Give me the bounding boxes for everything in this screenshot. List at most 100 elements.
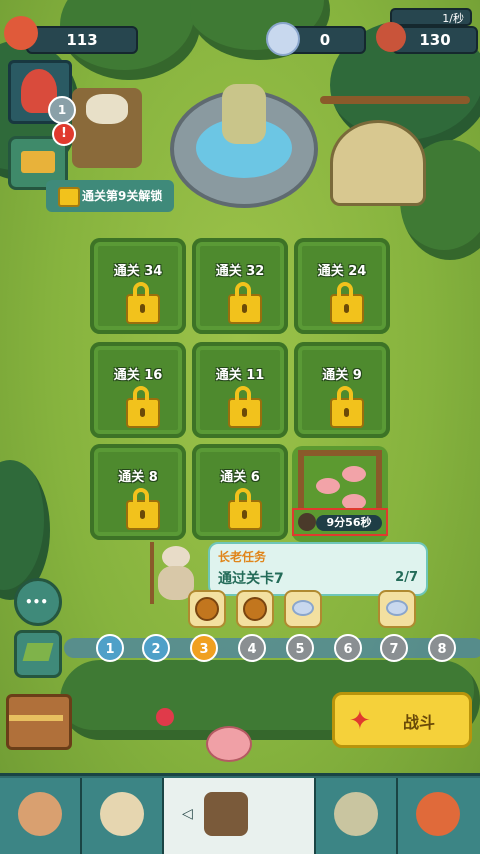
quest-panel[interactable]: 长老任务 通过关卡7 2/7 <box>208 542 428 596</box>
crystal-value: 0 <box>319 31 331 49</box>
coin-icon <box>195 597 219 621</box>
pen-timer: 9分56秒 <box>292 508 388 536</box>
stage-node-1[interactable]: 1 <box>96 634 124 662</box>
pen-post <box>376 450 382 510</box>
stage-reward[interactable] <box>378 590 416 628</box>
padlock-icon <box>228 488 262 530</box>
scroll-icon <box>334 792 378 836</box>
tribal-hut <box>330 120 426 206</box>
stage-node-7[interactable]: 7 <box>380 634 408 662</box>
elder-staff <box>150 542 154 604</box>
locked-plot[interactable]: 通关 32 <box>192 238 288 334</box>
plot-label: 通关 11 <box>215 368 265 383</box>
pig-character[interactable] <box>206 726 252 762</box>
skull <box>86 94 128 124</box>
chat-button[interactable]: ••• <box>14 578 62 626</box>
meat-rate: 1/秒 <box>390 8 472 26</box>
fist-icon <box>4 16 38 50</box>
stage-number: 5 <box>295 642 305 657</box>
padlock-icon <box>126 282 160 324</box>
quest-progress: 2/7 <box>395 570 418 585</box>
plot-label: 通关 9 <box>322 368 362 383</box>
stage-number: 8 <box>437 642 447 657</box>
fight-button[interactable]: ✦ 战斗 <box>332 692 472 748</box>
player-level-badge: 1 <box>48 96 76 124</box>
nav-tab-skills[interactable] <box>316 778 398 854</box>
tribe-tent-icon <box>204 792 248 836</box>
shop-icon <box>416 792 460 836</box>
chat-bubble-icon: ••• <box>25 595 49 609</box>
crystal-icon <box>266 22 300 56</box>
treasure-chest-button[interactable] <box>6 694 72 750</box>
stage-track <box>64 638 480 658</box>
envelope-icon <box>21 151 55 173</box>
locked-plot[interactable]: 通关 16 <box>90 342 186 438</box>
stage-node-2[interactable]: 2 <box>142 634 170 662</box>
padlock-icon <box>228 282 262 324</box>
elder-head <box>162 546 190 568</box>
fountain <box>170 84 318 208</box>
stage-node-8[interactable]: 8 <box>428 634 456 662</box>
padlock-icon <box>126 386 160 428</box>
red-flower <box>156 708 174 726</box>
map-button[interactable] <box>14 630 62 678</box>
alert-mark: ! <box>61 126 67 141</box>
plot-label: 通关 16 <box>113 368 163 383</box>
stage-reward[interactable] <box>188 590 226 628</box>
crystal-icon <box>292 600 314 616</box>
padlock-icon <box>330 282 364 324</box>
padlock-icon <box>228 386 262 428</box>
unlock-tip-text: 通关第9关解锁 <box>82 189 163 203</box>
stage-number: 4 <box>247 642 257 657</box>
locked-plot[interactable]: 通关 9 <box>294 342 390 438</box>
locked-plot[interactable]: 通关 8 <box>90 444 186 540</box>
egg-nest-icon <box>100 792 144 836</box>
lock-icon <box>58 187 80 207</box>
crystal-icon <box>386 600 408 616</box>
mail-alert-badge: ! <box>52 122 76 146</box>
stage-number: 3 <box>199 642 209 657</box>
locked-plot[interactable]: 通关 34 <box>90 238 186 334</box>
pot-icon <box>298 513 316 531</box>
nav-tab-bag[interactable] <box>0 778 82 854</box>
plot-label: 通关 24 <box>317 264 367 279</box>
fountain-statue <box>222 84 266 144</box>
locked-plot[interactable]: 通关 11 <box>192 342 288 438</box>
power-counter: 113 <box>26 26 138 54</box>
meat-value: 130 <box>419 31 451 49</box>
pen-post <box>298 450 304 510</box>
stage-node-6[interactable]: 6 <box>334 634 362 662</box>
stage-number: 2 <box>151 642 161 657</box>
pen-fence <box>298 450 382 456</box>
padlock-icon <box>126 488 160 530</box>
nav-tab-shop[interactable] <box>398 778 480 854</box>
stage-node-3[interactable]: 3 <box>190 634 218 662</box>
stage-reward[interactable] <box>236 590 274 628</box>
stage-node-5[interactable]: 5 <box>286 634 314 662</box>
quest-title: 长老任务 <box>218 550 267 564</box>
stage-number: 7 <box>389 642 399 657</box>
stage-reward[interactable] <box>284 590 322 628</box>
stage-number: 6 <box>343 642 353 657</box>
unlock-tip[interactable]: 通关第9关解锁 <box>46 180 174 212</box>
pig-icon <box>316 478 340 494</box>
locked-plot[interactable]: 通关 6 <box>192 444 288 540</box>
nav-left-arrow-icon[interactable]: ◁ <box>182 806 193 822</box>
plot-label: 通关 34 <box>113 264 163 279</box>
plot-label: 通关 32 <box>215 264 265 279</box>
coin-icon <box>243 597 267 621</box>
player-level: 1 <box>57 103 67 117</box>
plot-label: 通关 8 <box>118 470 158 485</box>
pen-timer-text: 9分56秒 <box>316 515 382 531</box>
padlock-icon <box>330 386 364 428</box>
locked-plot[interactable]: 通关 24 <box>294 238 390 334</box>
quest-description: 通过关卡7 <box>218 571 284 587</box>
pig-icon <box>342 466 366 482</box>
island-icon <box>22 643 54 661</box>
fight-button-label: 战斗 <box>403 713 436 732</box>
fight-icon: ✦ <box>349 706 371 736</box>
nav-tab-eggs[interactable] <box>82 778 164 854</box>
stage-node-4[interactable]: 4 <box>238 634 266 662</box>
power-value: 113 <box>66 31 98 49</box>
loot-bag-icon <box>18 792 62 836</box>
